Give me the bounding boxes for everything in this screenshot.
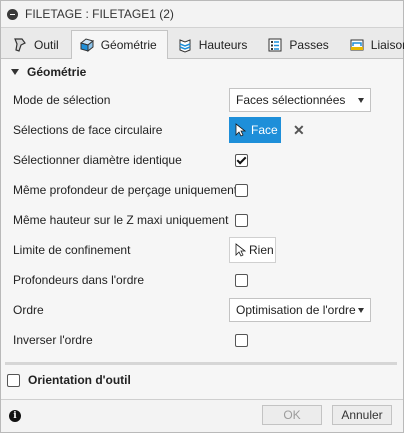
order-value: Optimisation de l'ordre <box>236 303 356 317</box>
tab-liaison-label: Liaison <box>370 38 404 52</box>
tab-geometrie[interactable]: Géométrie <box>70 30 168 59</box>
tab-passes-label: Passes <box>289 38 329 52</box>
cursor-arrow-icon <box>235 243 246 257</box>
reverse-order-checkbox[interactable] <box>235 333 248 347</box>
same-z-top-label: Même hauteur sur le Z maxi uniquement <box>13 213 229 227</box>
row-same-diameter: Sélectionner diamètre identique <box>7 145 397 175</box>
containment-label: Limite de confinement <box>13 243 131 257</box>
containment-select-label: Rien <box>249 243 274 257</box>
depth-order-checkbox[interactable] <box>235 273 248 287</box>
tab-hauteurs[interactable]: Hauteurs <box>169 31 259 58</box>
row-same-z-top: Même hauteur sur le Z maxi uniquement <box>7 205 397 235</box>
face-select-label: Face <box>251 123 278 137</box>
reverse-order-label: Inverser l'ordre <box>13 333 93 347</box>
info-icon[interactable]: i <box>9 410 21 422</box>
row-containment: Limite de confinement Rien <box>7 235 397 265</box>
collapse-icon[interactable] <box>7 8 18 20</box>
chevron-down-icon <box>358 308 364 313</box>
title-bar: FILETAGE : FILETAGE1 (2) <box>1 1 403 28</box>
row-depth-order: Profondeurs dans l'ordre <box>7 265 397 295</box>
tab-outil[interactable]: Outil <box>4 31 70 58</box>
selection-mode-value: Faces sélectionnées <box>236 93 346 107</box>
face-select-button[interactable]: Face <box>229 117 281 143</box>
containment-select-button[interactable]: Rien <box>229 237 276 263</box>
tool-orientation-label: Orientation d'outil <box>28 373 131 387</box>
section-geometrie-title: Géométrie <box>27 65 87 79</box>
ok-button[interactable]: OK <box>262 405 322 425</box>
same-diameter-checkbox[interactable] <box>235 153 248 167</box>
section-tool-orientation: Orientation d'outil <box>1 365 403 395</box>
passes-icon <box>266 36 284 54</box>
cancel-button[interactable]: Annuler <box>332 405 392 425</box>
dialog-window: FILETAGE : FILETAGE1 (2) Outil Géométrie… <box>0 0 404 433</box>
row-selection-mode: Mode de sélection Faces sélectionnées <box>7 85 397 115</box>
depth-order-label: Profondeurs dans l'ordre <box>13 273 145 287</box>
order-label: Ordre <box>13 303 44 317</box>
order-select[interactable]: Optimisation de l'ordre <box>229 298 371 322</box>
clear-selection-icon[interactable]: ✕ <box>293 122 305 139</box>
same-hole-depth-label: Même profondeur de perçage uniquement <box>13 183 238 197</box>
section-geometrie[interactable]: Géométrie <box>7 59 397 85</box>
row-circular-face: Sélections de face circulaire Face ✕ <box>7 115 397 145</box>
linking-icon <box>348 36 366 54</box>
collapse-triangle-icon <box>11 69 19 75</box>
tab-bar: Outil Géométrie Hauteurs Passes Liaison <box>1 28 404 59</box>
same-z-top-checkbox[interactable] <box>235 213 248 227</box>
same-hole-depth-checkbox[interactable] <box>235 183 248 197</box>
geometry-icon <box>78 36 96 54</box>
selection-mode-select[interactable]: Faces sélectionnées <box>229 88 371 112</box>
dialog-footer: i OK Annuler <box>1 399 403 432</box>
tab-content: Géométrie Mode de sélection Faces sélect… <box>1 59 403 355</box>
row-reverse-order: Inverser l'ordre <box>7 325 397 355</box>
heights-icon <box>176 36 194 54</box>
tool-orientation-checkbox[interactable] <box>7 373 20 387</box>
tab-liaison[interactable]: Liaison <box>341 31 404 58</box>
circular-face-label: Sélections de face circulaire <box>13 123 163 137</box>
tab-hauteurs-label: Hauteurs <box>198 38 248 52</box>
tab-geometrie-label: Géométrie <box>100 38 157 52</box>
selection-mode-label: Mode de sélection <box>13 93 111 107</box>
dialog-title: FILETAGE : FILETAGE1 (2) <box>25 7 174 21</box>
cursor-arrow-icon <box>235 123 246 137</box>
row-same-hole-depth: Même profondeur de perçage uniquement <box>7 175 397 205</box>
same-diameter-label: Sélectionner diamètre identique <box>13 153 182 167</box>
tab-passes[interactable]: Passes <box>259 31 339 58</box>
chevron-down-icon <box>358 98 364 103</box>
row-order: Ordre Optimisation de l'ordre <box>7 295 397 325</box>
tab-outil-label: Outil <box>34 38 59 52</box>
tool-icon <box>11 36 29 54</box>
